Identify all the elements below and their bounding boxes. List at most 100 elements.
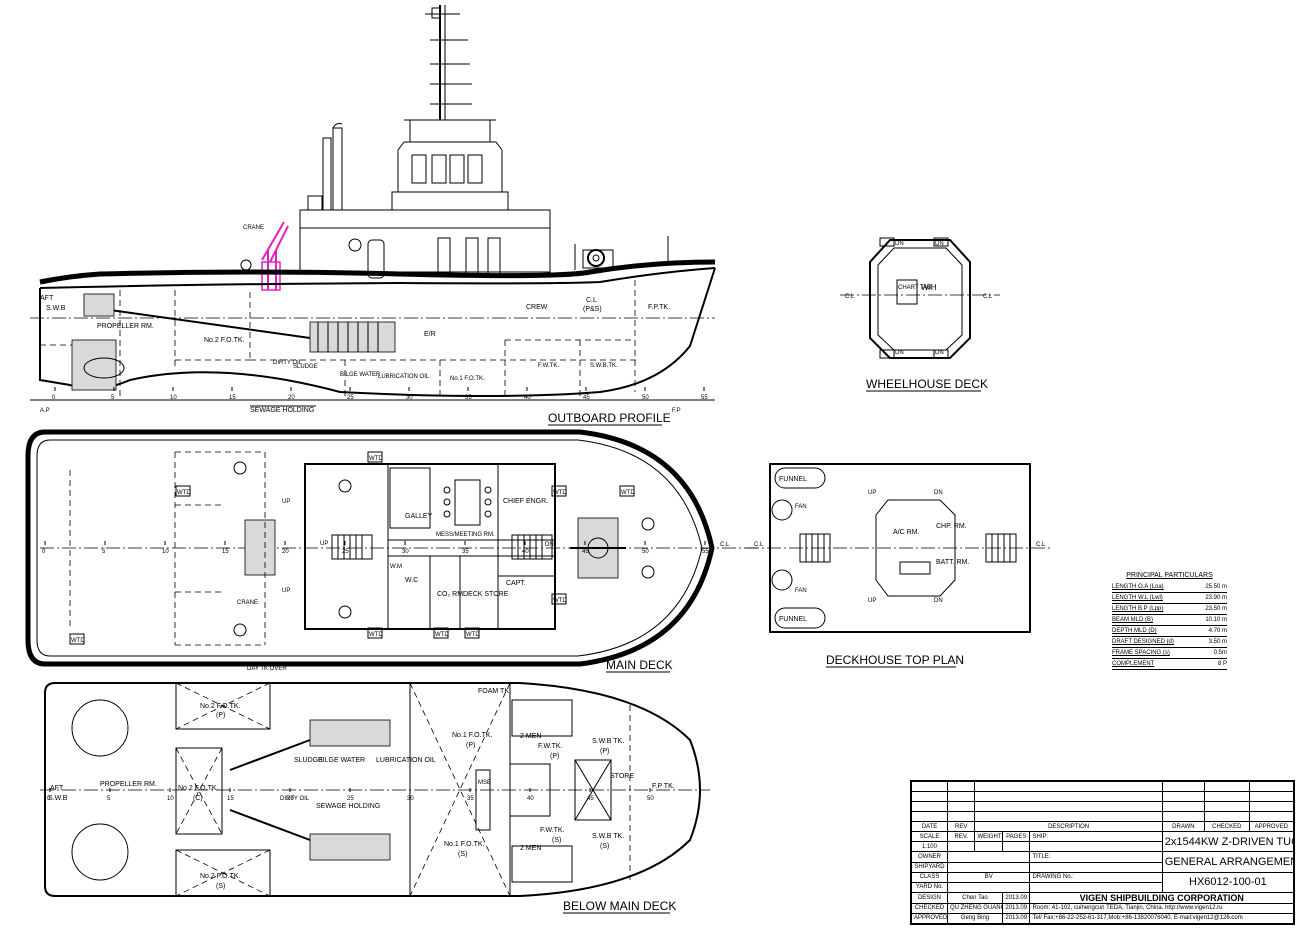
profile-fw-tk: F.W.TK. — [538, 363, 559, 369]
principal-heading: PRINCIPAL PARTICULARS — [1126, 572, 1213, 579]
bmd-sewage: SEWAGE HOLDING — [316, 803, 380, 810]
principal-row: BEAM MLD (B) 10.10 m — [1112, 615, 1227, 626]
main-dn-1: DN — [545, 542, 554, 548]
frame-number: 20 — [288, 395, 295, 401]
profile-no1-fo-tk: No.1 F.O.TK. — [450, 376, 485, 382]
tb-ship-value: 2x1544KW Z-DRIVEN TUG — [1161, 831, 1295, 853]
tb-design-name: Chen Tao — [946, 891, 1003, 904]
tb-scale: SCALE — [911, 831, 948, 843]
profile-swb-tk: S.W.B.TK. — [590, 363, 618, 369]
principal-row: LENGTH B.P (Lpp) 23.50 m — [1112, 604, 1227, 615]
main-wtd-1: WTD — [177, 490, 191, 496]
bmd-fp-tk: F.P TK. — [652, 783, 675, 790]
bmd-msb: MSB — [478, 780, 491, 786]
principal-particulars: PRINCIPAL PARTICULARS LENGTH O.A (Loa) 25… — [1112, 572, 1227, 670]
frame-number: 25 — [342, 549, 349, 555]
top-funnel-2: FUNNEL — [779, 616, 807, 623]
top-batt-rm: BATT. RM. — [936, 559, 969, 566]
main-wtd-2: WTD — [621, 490, 635, 496]
main-cl: C.L — [720, 542, 730, 548]
tb-shipyard: SHIPYARD — [911, 861, 948, 873]
tb-class: CLASS — [911, 871, 948, 883]
tb-address2: Tel/ Fax:+86-22-252-61-317,Mob:+86-13820… — [1029, 912, 1294, 925]
principal-label: COMPLEMENT — [1112, 661, 1155, 667]
top-dn-1: DN — [934, 490, 943, 496]
principal-value: 10.10 m — [1205, 617, 1227, 623]
bmd-no2-fo-c: No.2 F.O.TK. — [178, 785, 219, 792]
profile-fp-tk: F.P.TK. — [648, 304, 670, 311]
main-up-1: UP — [282, 499, 290, 505]
bmd-two-men-p: 2 MEN — [520, 733, 541, 740]
principal-label: FRAME SPACING (s) — [1112, 650, 1170, 656]
wheelhouse-deck: C.L C.L W/H CHART TAB. DN DN DN DN WHEEL… — [840, 237, 1000, 392]
frame-number: 10 — [162, 549, 169, 555]
frame-number: 35 — [467, 796, 474, 802]
main-wc: W.C — [405, 577, 418, 584]
principal-label: DEPTH MLD (D) — [1112, 628, 1157, 634]
principal-value: 23.50 m — [1205, 606, 1227, 612]
view-title-below-main-deck: BELOW MAIN DECK — [563, 899, 676, 913]
bmd-fw-tk-p-side: (P) — [550, 753, 559, 760]
profile-bilge-water: BILGE WATER — [340, 372, 381, 378]
bmd-no2-fo-p: No.2 F.O.TK. — [200, 703, 241, 710]
frame-number: 0 — [42, 549, 46, 555]
bmd-no2-fo-s: No.2 F.O.TK. — [200, 873, 241, 880]
bmd-no2-fo-c-side: (C) — [193, 795, 203, 802]
tb-address1: Room: 41-102, cuihengcun TEDA, Tianjin, … — [1029, 902, 1294, 914]
frame-number: 35 — [465, 395, 472, 401]
principal-label: BEAM MLD (B) — [1112, 617, 1154, 623]
main-wtd-3: WTD — [71, 638, 85, 644]
profile-crane-label: CRANE — [243, 225, 264, 231]
frame-number: 45 — [582, 549, 589, 555]
tb-checked-date: 2013.09 — [1001, 902, 1031, 914]
bmd-swb-tk-p: S.W.B TK. — [592, 738, 624, 745]
profile-sewage: SEWAGE HOLDING — [250, 407, 314, 414]
bmd-dirty-oil: DIRTY OIL — [280, 796, 310, 802]
frame-number: 20 — [287, 796, 294, 802]
principal-label: LENGTH W.L (Lwl) — [1112, 595, 1163, 601]
tb-approved2: APPROVED — [911, 912, 948, 925]
bmd-fw-tk-s: F.W.TK. — [540, 827, 565, 834]
profile-no2-fo-tk: No.2 F.O.TK. — [204, 337, 245, 344]
top-up-2: UP — [868, 598, 876, 604]
frame-number: 10 — [170, 395, 177, 401]
bmd-no1-fo-p-side: (P) — [466, 742, 475, 749]
bmd-lub-oil: LUBRICATION OIL — [376, 757, 436, 764]
principal-value: 4.70 m — [1208, 628, 1227, 634]
principal-value: 23.90 m — [1205, 595, 1227, 601]
main-wtd-9: WTD — [466, 632, 480, 638]
main-wm: W.M — [390, 564, 402, 570]
bmd-no1-fo-s-side: (S) — [458, 851, 467, 858]
main-galley: GALLEY — [405, 513, 433, 520]
main-up-3: UP — [282, 588, 290, 594]
principal-label: LENGTH B.P (Lpp) — [1112, 606, 1164, 612]
tb-description: DESCRIPTION — [974, 821, 1163, 833]
title-block: DATE REV DESCRIPTION DRAWN CHECKED APPRO… — [910, 780, 1295, 925]
principal-row: COMPLEMENT 8 P — [1112, 659, 1227, 670]
tb-scale-value: 1:100 — [911, 841, 948, 853]
wheelhouse-dn-1: DN — [895, 241, 904, 247]
wheelhouse-dn-2: DN — [935, 241, 944, 247]
tb-owner: OWNER — [911, 851, 948, 863]
wheelhouse-dn-4: DN — [935, 350, 944, 356]
view-title-main-deck: MAIN DECK — [606, 658, 673, 672]
tb-rev2: REV. — [946, 831, 976, 843]
tb-approved-name: Geng Bing — [946, 912, 1003, 925]
bmd-fw-tk-p: F.W.TK. — [538, 743, 563, 750]
bmd-aft: AFT — [50, 785, 64, 792]
tb-checked: CHECKED — [1204, 821, 1250, 833]
bmd-two-men-s: 2 MEN — [520, 845, 541, 852]
principal-label: LENGTH O.A (Loa) — [1112, 584, 1164, 590]
profile-ps: (P&S) — [583, 306, 602, 313]
profile-swb: S.W.B — [46, 305, 66, 312]
profile-crew: CREW — [526, 304, 548, 311]
profile-sludge: SLUDGE — [293, 364, 318, 370]
bmd-no1-fo-p: No.1 F.O.TK. — [452, 732, 493, 739]
tb-rev: REV — [946, 821, 976, 833]
principal-row: LENGTH O.A (Loa) 25.50 m — [1112, 582, 1227, 593]
principal-value: 8 P — [1217, 661, 1227, 667]
frame-number: 10 — [167, 796, 174, 802]
tb-yard-no: YARD No. — [911, 881, 948, 893]
frame-number: 55 — [701, 395, 708, 401]
tb-date: DATE — [911, 821, 948, 833]
